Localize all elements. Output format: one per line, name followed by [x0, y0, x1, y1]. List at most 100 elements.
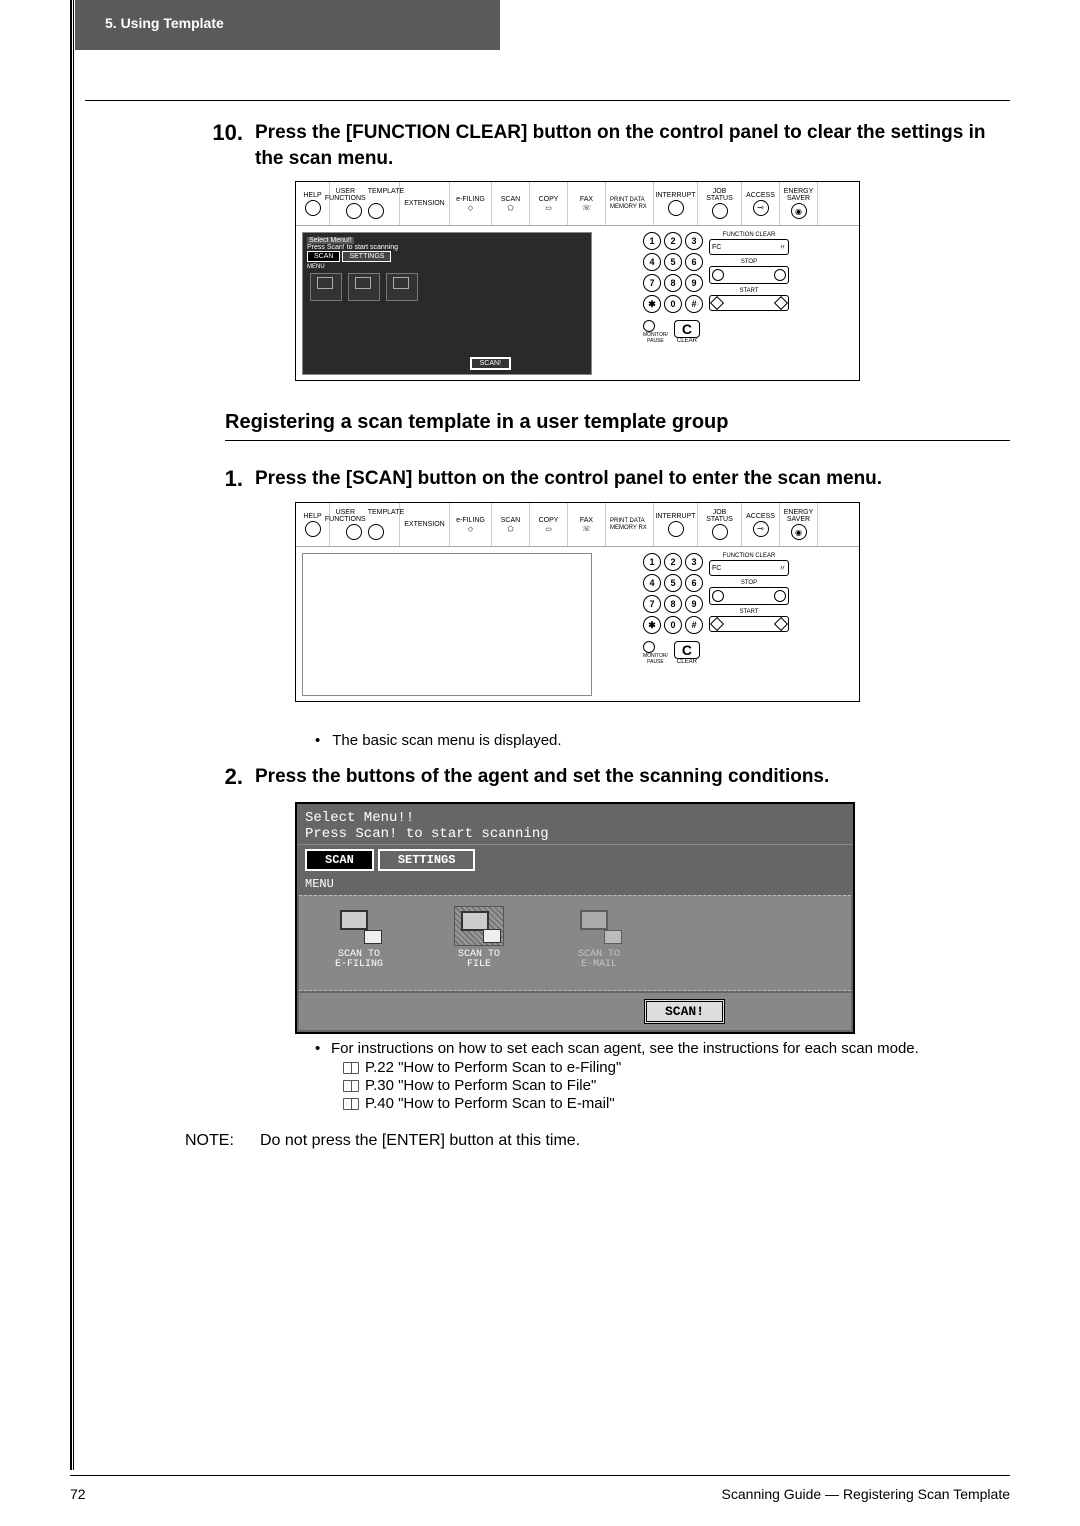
- key-5[interactable]: 5: [664, 253, 682, 271]
- energy-saver-button[interactable]: ◉: [791, 203, 807, 219]
- key-3[interactable]: 3: [685, 553, 703, 571]
- key-hash[interactable]: #: [685, 616, 703, 634]
- stop-icon: [712, 590, 724, 602]
- scan-to-file-button[interactable]: SCAN TO FILE: [439, 906, 519, 970]
- copy-icon[interactable]: ▭: [545, 204, 552, 212]
- scan-icon[interactable]: ⬠: [507, 525, 513, 533]
- energy-saver-button[interactable]: ◉: [791, 524, 807, 540]
- access-button[interactable]: ⊸: [753, 200, 769, 216]
- book-icon: [343, 1062, 359, 1074]
- key-6[interactable]: 6: [685, 253, 703, 271]
- help-button[interactable]: [305, 521, 321, 537]
- help-label: HELP: [303, 192, 321, 199]
- folder-icon: [340, 910, 368, 930]
- job-status-button[interactable]: [712, 203, 728, 219]
- interrupt-button[interactable]: [668, 521, 684, 537]
- function-clear-button[interactable]: FC〃: [709, 560, 789, 576]
- bs-line2: Press Scan! to start scanning: [305, 826, 845, 842]
- user-functions-button[interactable]: [346, 203, 362, 219]
- key-1[interactable]: 1: [643, 553, 661, 571]
- stop-label: STOP: [709, 259, 789, 265]
- start-button[interactable]: [709, 616, 789, 632]
- template-button[interactable]: [368, 203, 384, 219]
- scan-to-email-button[interactable]: SCAN TO E-MAIL: [559, 906, 639, 970]
- access-button[interactable]: ⊸: [753, 521, 769, 537]
- key-star[interactable]: ✱: [643, 616, 661, 634]
- stop-icon-2: [774, 590, 786, 602]
- key-hash[interactable]: #: [685, 295, 703, 313]
- note-text: Do not press the [ENTER] button at this …: [260, 1132, 580, 1150]
- monitor-pause-button[interactable]: [643, 641, 655, 653]
- key-5[interactable]: 5: [664, 574, 682, 592]
- fax-icon[interactable]: ☏: [582, 525, 591, 533]
- key-4[interactable]: 4: [643, 253, 661, 271]
- monitor-pause-button[interactable]: [643, 320, 655, 332]
- step-2: 2. Press the buttons of the agent and se…: [85, 764, 1010, 790]
- panel-lcd-screen: Select Menu!! Press Scan! to start scann…: [302, 232, 592, 375]
- interrupt-label: INTERRUPT: [655, 513, 695, 520]
- key-0[interactable]: 0: [664, 295, 682, 313]
- ref-file: P.30 "How to Perform Scan to File": [343, 1077, 1010, 1094]
- screen-scan-button[interactable]: SCAN!: [470, 357, 511, 370]
- screen-tab-settings[interactable]: SETTINGS: [342, 251, 391, 262]
- scan-to-efiling-button[interactable]: SCAN TO E-FILING: [319, 906, 399, 970]
- stop-button[interactable]: [709, 266, 789, 284]
- screen-tab-scan[interactable]: SCAN: [307, 251, 340, 262]
- step-number: 1.: [85, 466, 255, 492]
- user-functions-button[interactable]: [346, 524, 362, 540]
- monitor-pause-label: MONITOR/ PAUSE: [643, 653, 668, 665]
- key-4[interactable]: 4: [643, 574, 661, 592]
- stop-button[interactable]: [709, 587, 789, 605]
- bs-scan-button[interactable]: SCAN!: [644, 999, 725, 1024]
- key-8[interactable]: 8: [664, 274, 682, 292]
- bs-icon-label: SCAN TO E-FILING: [319, 950, 399, 970]
- key-star[interactable]: ✱: [643, 295, 661, 313]
- efiling-icon[interactable]: ◇: [468, 525, 473, 533]
- scan-to-email-icon[interactable]: [386, 273, 418, 301]
- step-number: 10.: [85, 120, 255, 171]
- key-0[interactable]: 0: [664, 616, 682, 634]
- bs-menu-label: MENU: [297, 875, 853, 893]
- clear-button[interactable]: C: [674, 320, 700, 338]
- arrow-icon: [604, 930, 622, 944]
- key-7[interactable]: 7: [643, 274, 661, 292]
- key-8[interactable]: 8: [664, 595, 682, 613]
- start-button[interactable]: [709, 295, 789, 311]
- fc-text: FC: [712, 565, 721, 572]
- template-button[interactable]: [368, 524, 384, 540]
- clear-button[interactable]: C: [674, 641, 700, 659]
- start-label: START: [709, 609, 789, 615]
- key-3[interactable]: 3: [685, 232, 703, 250]
- page-left-border: [70, 0, 74, 1470]
- key-7[interactable]: 7: [643, 595, 661, 613]
- numeric-keypad: 123 456 789 ✱0#: [643, 232, 703, 316]
- monitor-pause-label: MONITOR/ PAUSE: [643, 332, 668, 344]
- key-2[interactable]: 2: [664, 553, 682, 571]
- step-10: 10. Press the [FUNCTION CLEAR] button on…: [85, 120, 1010, 171]
- copy-icon[interactable]: ▭: [545, 525, 552, 533]
- scan-to-file-icon[interactable]: [348, 273, 380, 301]
- panel-top-row: HELP USER FUNCTIONSTEMPLATE EXTENSION e-…: [296, 503, 859, 547]
- fax-icon[interactable]: ☏: [582, 204, 591, 212]
- efiling-icon[interactable]: ◇: [468, 204, 473, 212]
- start-icon: [710, 617, 724, 631]
- key-1[interactable]: 1: [643, 232, 661, 250]
- scan-icon[interactable]: ⬠: [507, 204, 513, 212]
- key-9[interactable]: 9: [685, 274, 703, 292]
- energy-saver-label: ENERGY SAVER: [782, 188, 815, 202]
- function-clear-button[interactable]: FC〃: [709, 239, 789, 255]
- bs-tab-settings[interactable]: SETTINGS: [378, 849, 476, 871]
- key-2[interactable]: 2: [664, 232, 682, 250]
- step-text: Press the [SCAN] button on the control p…: [255, 466, 1010, 492]
- key-9[interactable]: 9: [685, 595, 703, 613]
- template-label: TEMPLATE: [368, 509, 404, 523]
- interrupt-button[interactable]: [668, 200, 684, 216]
- help-button[interactable]: [305, 200, 321, 216]
- extension-label: EXTENSION: [404, 521, 444, 528]
- key-6[interactable]: 6: [685, 574, 703, 592]
- function-clear-label: FUNCTION CLEAR: [709, 232, 789, 238]
- ref-text: P.30 "How to Perform Scan to File": [365, 1077, 596, 1094]
- bs-tab-scan[interactable]: SCAN: [305, 849, 374, 871]
- job-status-button[interactable]: [712, 524, 728, 540]
- scan-to-efiling-icon[interactable]: [310, 273, 342, 301]
